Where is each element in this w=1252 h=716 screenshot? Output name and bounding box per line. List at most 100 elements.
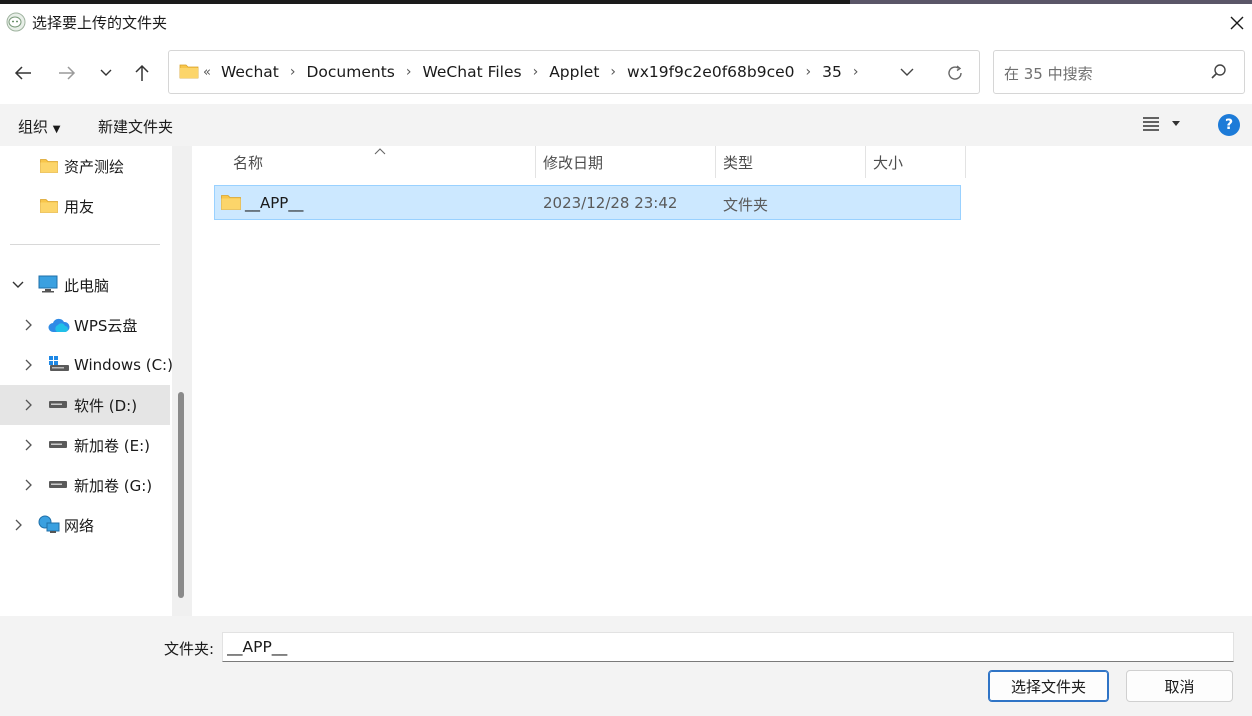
breadcrumb-item[interactable]: Documents (304, 63, 396, 81)
organize-menu[interactable]: 组织 ▼ (18, 116, 61, 137)
sort-up-icon (374, 148, 386, 155)
breadcrumb-item[interactable]: Wechat (219, 63, 281, 81)
sidebar-item-volume-e[interactable]: 新加卷 (E:) (0, 425, 170, 465)
list-view-icon[interactable] (1142, 116, 1160, 132)
title-bar: 选择要上传的文件夹 (0, 4, 1252, 40)
help-button[interactable]: ? (1218, 114, 1240, 136)
close-icon (1230, 16, 1244, 30)
back-button[interactable] (9, 60, 37, 86)
sidebar-item-wps-cloud[interactable]: WPS云盘 (0, 305, 170, 345)
cloud-icon (48, 318, 70, 332)
chevron-down-icon[interactable] (899, 63, 915, 81)
chevron-right-icon[interactable] (20, 397, 36, 413)
file-modified: 2023/12/28 23:42 (543, 194, 678, 212)
sidebar-item-label: 此电脑 (64, 276, 110, 295)
caret-down-icon[interactable] (1170, 120, 1182, 128)
sidebar-item-this-pc[interactable]: 此电脑 (0, 265, 170, 305)
navigation-scrollbar[interactable] (172, 146, 192, 616)
chevron-right-icon[interactable]: › (406, 64, 412, 80)
chevron-right-icon[interactable]: › (533, 64, 539, 80)
chevron-down-icon[interactable] (10, 277, 26, 293)
breadcrumb-item[interactable]: Applet (547, 63, 601, 81)
drive-icon (49, 401, 67, 408)
file-name: __APP__ (245, 194, 304, 212)
select-folder-button[interactable]: 选择文件夹 (988, 670, 1109, 702)
arrow-up-icon (135, 64, 149, 81)
folder-icon (40, 199, 58, 213)
chevron-down-icon (100, 69, 112, 76)
sidebar-item-network[interactable]: 网络 (0, 505, 170, 545)
wechat-icon (6, 12, 26, 32)
sidebar-item-label: 新加卷 (G:) (74, 476, 153, 495)
sidebar-item-asset-mapping[interactable]: 资产测绘 (0, 146, 170, 186)
recent-locations-button[interactable] (92, 60, 120, 86)
command-bar: 组织 ▼ 新建文件夹 ? (0, 104, 1252, 146)
column-header-type[interactable]: 类型 (723, 146, 753, 178)
folder-icon (40, 159, 58, 173)
navigation-pane: 资产测绘 用友 此电脑 WPS云盘 Windows (C:) 软件 (D:) 新… (0, 146, 172, 616)
column-divider[interactable] (715, 146, 716, 178)
chevron-right-icon[interactable] (20, 477, 36, 493)
sidebar-item-yonyou[interactable]: 用友 (0, 186, 170, 226)
sidebar-item-volume-g[interactable]: 新加卷 (G:) (0, 465, 170, 505)
forward-button[interactable] (53, 60, 81, 86)
caret-down-icon: ▼ (52, 124, 61, 135)
search-input[interactable]: 在 35 中搜索 (1004, 63, 1093, 84)
sidebar-item-windows-c[interactable]: Windows (C:) (0, 345, 172, 385)
arrow-right-icon (59, 66, 76, 80)
drive-icon (49, 481, 67, 488)
sidebar-item-label: 用友 (64, 197, 95, 216)
folder-name-input[interactable] (222, 632, 1234, 662)
chevron-right-icon[interactable] (10, 517, 26, 533)
folder-icon (179, 64, 199, 79)
breadcrumb-item[interactable]: WeChat Files (420, 63, 523, 81)
address-bar[interactable]: « Wechat › Documents › WeChat Files › Apple… (168, 50, 980, 94)
column-divider[interactable] (965, 146, 966, 178)
computer-icon (38, 275, 58, 293)
folder-icon (221, 195, 241, 210)
window-title: 选择要上传的文件夹 (32, 14, 168, 32)
column-header-size[interactable]: 大小 (873, 146, 903, 178)
breadcrumb-item[interactable]: 35 (820, 63, 844, 81)
up-button[interactable] (128, 60, 156, 86)
column-header-name[interactable]: 名称 (233, 146, 263, 178)
dialog-footer: 文件夹: 选择文件夹 取消 (0, 616, 1252, 716)
system-drive-icon (49, 356, 69, 371)
sidebar-item-label: 新加卷 (E:) (74, 436, 151, 455)
search-box[interactable]: 在 35 中搜索 (993, 50, 1245, 94)
column-divider[interactable] (535, 146, 536, 178)
file-list: 名称 修改日期 类型 大小 __APP__ 2023/12/28 23:42 文… (192, 146, 1252, 616)
search-icon (1211, 64, 1226, 79)
refresh-icon[interactable] (945, 63, 965, 83)
close-button[interactable] (1222, 8, 1252, 38)
navigation-bar: « Wechat › Documents › WeChat Files › Apple… (0, 40, 1252, 104)
sidebar-item-label: 资产测绘 (64, 157, 125, 176)
folder-label: 文件夹: (164, 640, 215, 658)
chevron-right-icon[interactable] (20, 317, 36, 333)
chevron-right-icon[interactable] (20, 357, 36, 373)
new-folder-button[interactable]: 新建文件夹 (98, 116, 173, 137)
drive-icon (49, 441, 67, 448)
sidebar-divider (10, 244, 160, 245)
organize-label: 组织 (18, 118, 49, 136)
breadcrumb-item[interactable]: wx19f9c2e0f68b9ce0 (625, 63, 796, 81)
column-divider[interactable] (865, 146, 866, 178)
sidebar-item-label: Windows (C:) (74, 356, 172, 374)
chevron-right-icon[interactable]: › (853, 64, 859, 80)
breadcrumb-overflow[interactable]: « (203, 65, 211, 80)
chevron-right-icon[interactable]: › (610, 64, 616, 80)
chevron-right-icon[interactable] (20, 437, 36, 453)
file-type: 文件夹 (723, 196, 769, 214)
network-icon (38, 515, 60, 533)
scrollbar-thumb[interactable] (178, 392, 184, 598)
breadcrumb: « Wechat › Documents › WeChat Files › Apple… (203, 51, 867, 93)
column-header-modified[interactable]: 修改日期 (543, 146, 603, 178)
sidebar-item-software-d[interactable]: 软件 (D:) (0, 385, 170, 425)
cancel-button[interactable]: 取消 (1126, 670, 1233, 702)
chevron-right-icon[interactable]: › (290, 64, 296, 80)
chevron-right-icon[interactable]: › (806, 64, 812, 80)
sidebar-item-label: WPS云盘 (74, 316, 138, 335)
table-row[interactable]: __APP__ 2023/12/28 23:42 文件夹 (214, 185, 961, 220)
sidebar-item-label: 软件 (D:) (74, 396, 138, 415)
arrow-left-icon (14, 66, 31, 80)
